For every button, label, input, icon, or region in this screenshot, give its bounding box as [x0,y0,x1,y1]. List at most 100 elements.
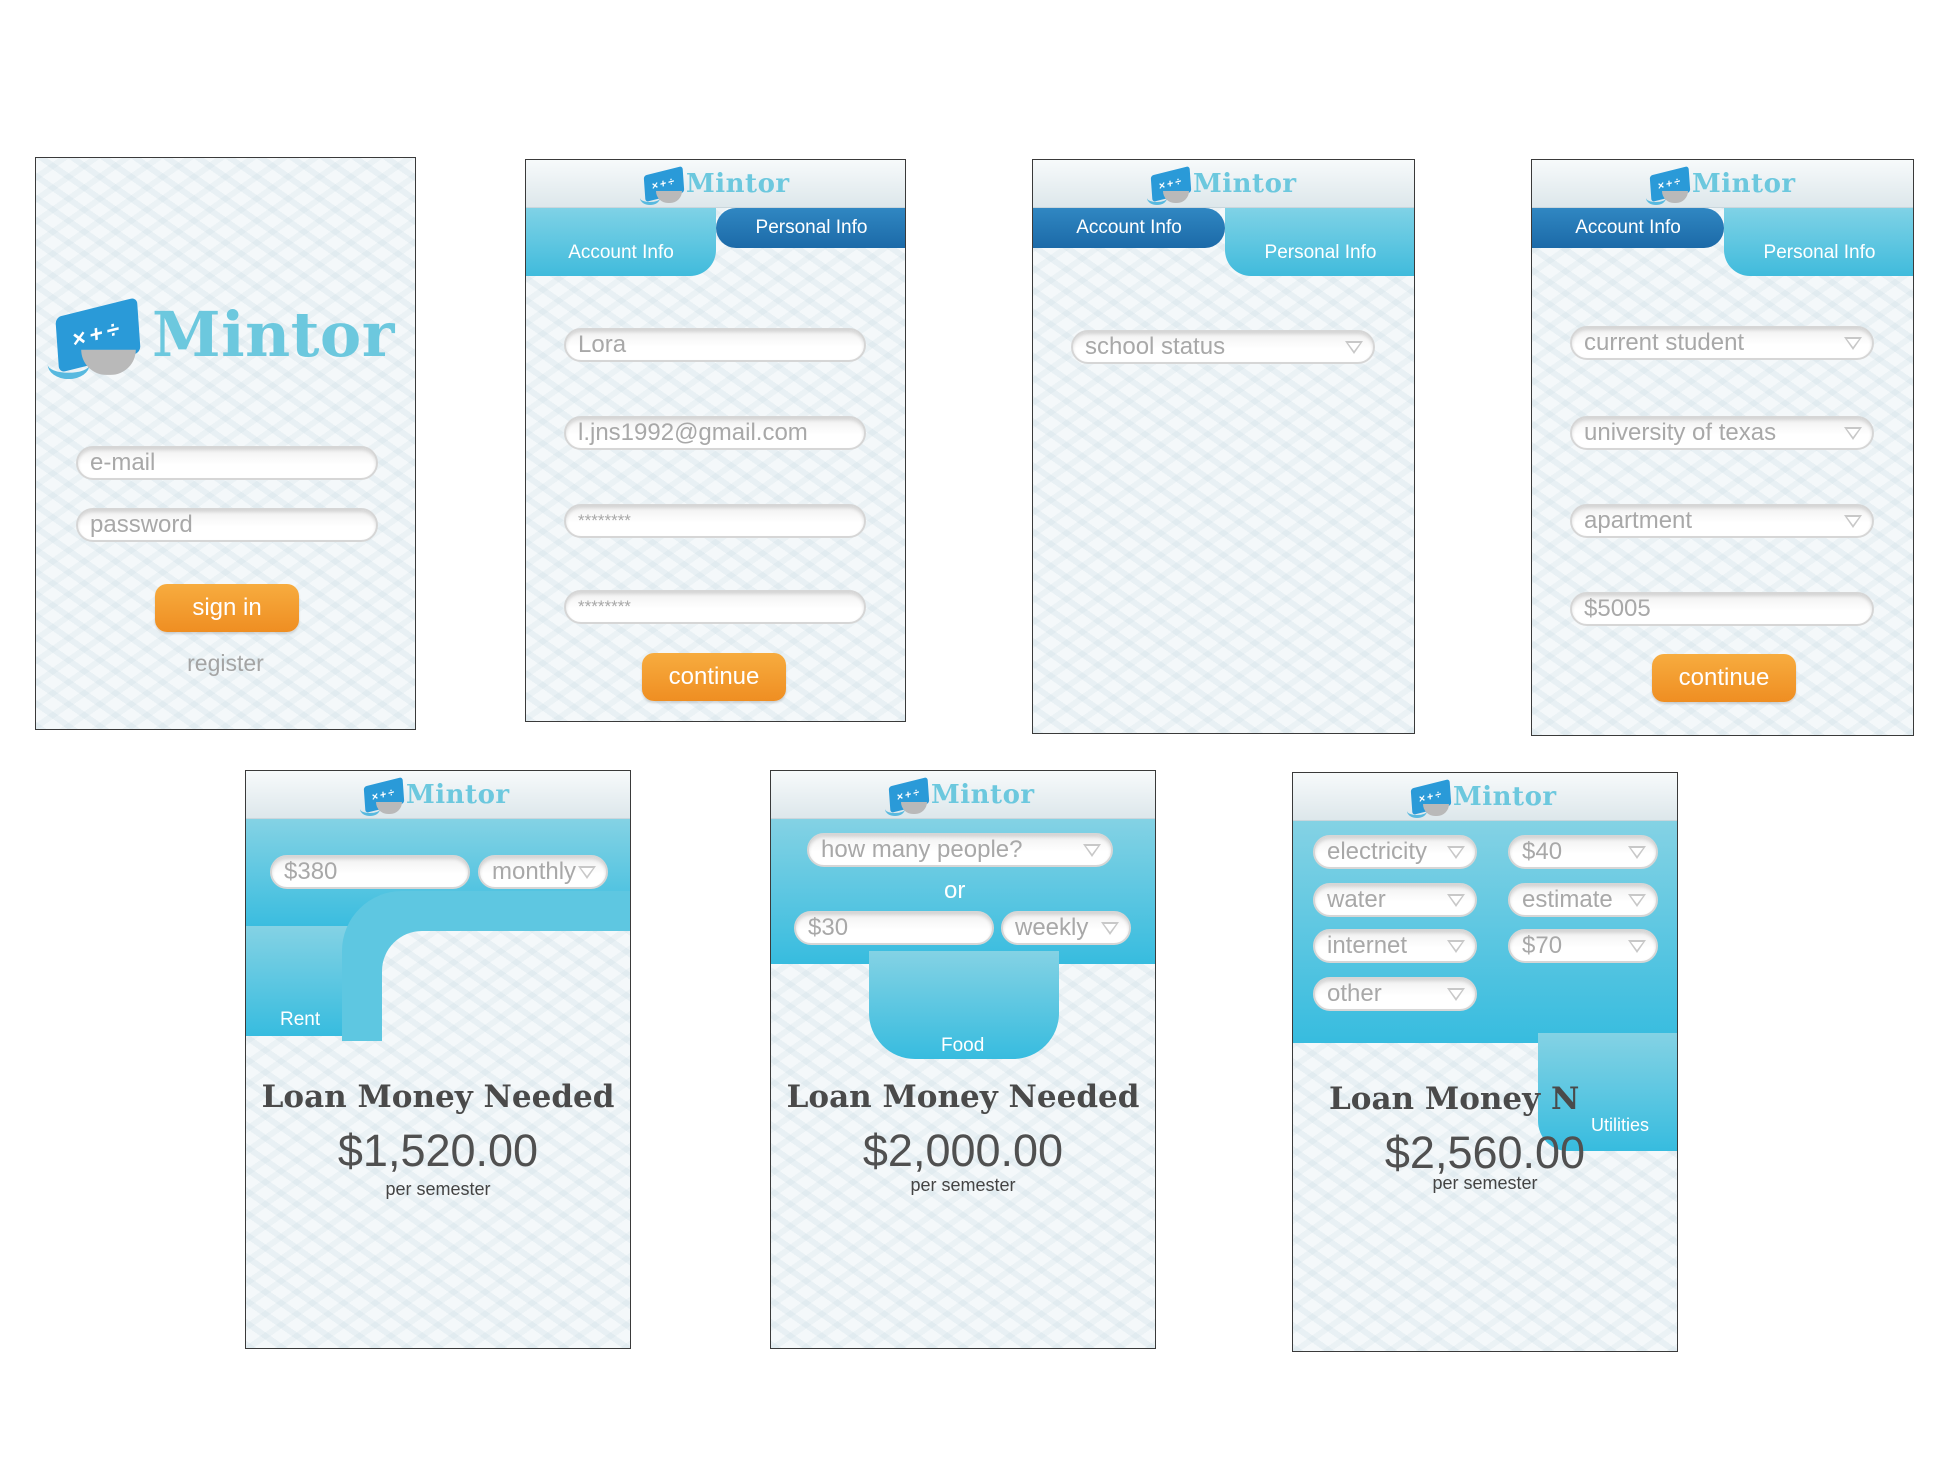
food-label: Food [941,1035,985,1056]
tab-personal-info[interactable]: Personal Info [1724,208,1913,276]
rent-label: Rent [280,1009,321,1030]
rent-frequency-value: monthly [492,858,577,885]
loan-amount: $2,560.00 [1384,1127,1586,1178]
logo-text: Mintor [931,780,1035,810]
password-input[interactable]: password [76,508,378,542]
rent-frequency-select[interactable]: monthly [478,855,608,889]
chevron-down-icon [1447,940,1465,953]
people-select[interactable]: how many people? [807,833,1113,867]
email-input[interactable]: e-mail [76,446,378,480]
utilities-screen: ×+÷ Mintor electricity $40 water estimat… [1292,772,1678,1352]
tab-personal-info[interactable]: Personal Info [716,208,905,248]
rent-screen: ×+÷ Mintor $380 monthly Rent Loan Money … [245,770,631,1349]
utility-value: $70 [1522,932,1563,959]
chevron-down-icon [1101,922,1119,935]
utility-internet-select[interactable]: internet [1313,929,1477,963]
logo: ×+÷ Mintor [1147,164,1297,205]
app-header: ×+÷ Mintor [526,160,905,208]
register-link[interactable]: register [36,650,415,677]
school-status-select[interactable]: school status [1071,330,1375,364]
logo-text: Mintor [406,780,510,810]
student-status-select[interactable]: current student [1570,326,1874,360]
school-select[interactable]: university of texas [1570,416,1874,450]
or-label: or [944,877,966,904]
amount-field[interactable]: $5005 [1570,592,1874,626]
rent-panel-notch [382,931,630,1041]
account-info-screen: ×+÷ Mintor Account Info Personal Info Lo… [525,159,906,722]
utility-value: estimate [1522,886,1613,913]
graduation-cap-icon: ×+÷ [360,776,405,816]
utility-label: electricity [1327,838,1428,865]
school-status-screen: ×+÷ Mintor Account Info Personal Info sc… [1032,159,1415,734]
chevron-down-icon [1628,940,1646,953]
utility-other-select[interactable]: other [1313,977,1477,1011]
logo-text: Mintor [686,169,790,199]
app-header: ×+÷ Mintor [1033,160,1414,208]
chevron-down-icon [1447,894,1465,907]
chevron-down-icon [1345,341,1363,354]
tab-account-info[interactable]: Account Info [526,208,716,276]
utility-water-amount[interactable]: estimate [1508,883,1658,917]
utility-electricity-select[interactable]: electricity [1313,835,1477,869]
confirm-password-field[interactable]: ******** [564,590,866,624]
food-frequency-select[interactable]: weekly [1001,911,1131,945]
student-status-value: current student [1584,329,1745,356]
app-header: ×+÷ Mintor [771,771,1155,819]
password-field[interactable]: ******** [564,504,866,538]
logo-text: Mintor [1193,169,1297,199]
personal-info-screen: ×+÷ Mintor Account Info Personal Info cu… [1531,159,1914,736]
name-field[interactable]: Lora [564,328,866,362]
logo: ×+÷ Mintor [1646,164,1796,205]
loan-period: per semester [385,1179,491,1199]
housing-select[interactable]: apartment [1570,504,1874,538]
app-header: ×+÷ Mintor [246,771,630,819]
loan-period: per semester [1432,1173,1538,1193]
graduation-cap-icon: ×+÷ [1147,165,1192,205]
logo: ×+÷ Mintor [885,775,1035,816]
graduation-cap-icon: ×+÷ [1407,778,1452,818]
app-header: ×+÷ Mintor [1532,160,1913,208]
housing-value: apartment [1584,507,1693,534]
graduation-cap-icon: ×+÷ [640,165,685,205]
chevron-down-icon [1844,515,1862,528]
school-value: university of texas [1584,419,1777,446]
email-field[interactable]: l.jns1992@gmail.com [564,416,866,450]
tab-account-info[interactable]: Account Info [1033,208,1225,248]
utility-label: internet [1327,932,1408,959]
logo: ×+÷ Mintor [360,775,510,816]
logo-text: Mintor [152,298,395,371]
utility-electricity-amount[interactable]: $40 [1508,835,1658,869]
food-screen: ×+÷ Mintor how many people? or $30 weekl… [770,770,1156,1349]
app-header: ×+÷ Mintor [1293,773,1677,821]
continue-button[interactable]: continue [642,653,786,701]
food-amount-field[interactable]: $30 [794,911,994,945]
utility-water-select[interactable]: water [1313,883,1477,917]
utility-label: water [1327,886,1386,913]
continue-button[interactable]: continue [1652,654,1796,702]
logo: ×+÷ Mintor [47,296,395,379]
tab-personal-info[interactable]: Personal Info [1225,208,1414,276]
school-status-label: school status [1085,333,1226,360]
chevron-down-icon [1844,427,1862,440]
sign-in-button[interactable]: sign in [155,584,299,632]
chevron-down-icon [578,866,596,879]
graduation-cap-icon: ×+÷ [1646,165,1691,205]
chevron-down-icon [1628,894,1646,907]
logo: ×+÷ Mintor [1407,777,1557,818]
rent-amount-field[interactable]: $380 [270,855,470,889]
utility-internet-amount[interactable]: $70 [1508,929,1658,963]
loan-title: Loan Money N [1329,1081,1580,1117]
graduation-cap-icon: ×+÷ [47,296,141,379]
food-frequency-value: weekly [1015,914,1089,941]
chevron-down-icon [1447,846,1465,859]
chevron-down-icon [1844,337,1862,350]
login-screen: ×+÷ Mintor e-mail password sign in regis… [35,157,416,730]
tab-account-info[interactable]: Account Info [1532,208,1724,248]
chevron-down-icon [1628,846,1646,859]
utility-value: $40 [1522,838,1563,865]
loan-title: Loan Money Needed [261,1079,615,1115]
utility-label: other [1327,980,1382,1007]
loan-amount: $2,000.00 [862,1125,1064,1176]
logo-text: Mintor [1453,782,1557,812]
graduation-cap-icon: ×+÷ [885,776,930,816]
